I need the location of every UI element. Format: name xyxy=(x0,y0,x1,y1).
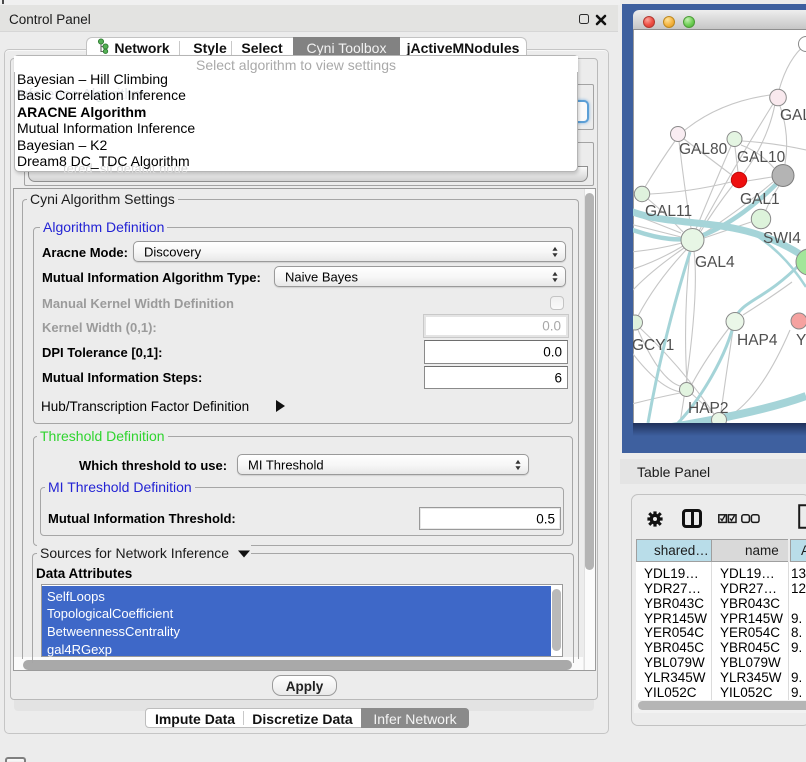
svg-text:GAL4: GAL4 xyxy=(695,254,735,271)
svg-text:GCY1: GCY1 xyxy=(633,337,674,354)
svg-text:HAP2: HAP2 xyxy=(688,400,729,417)
svg-text:GAL1: GAL1 xyxy=(740,191,780,208)
svg-text:SWI4: SWI4 xyxy=(763,230,801,247)
svg-text:GAL11: GAL11 xyxy=(645,203,692,220)
svg-text:GAL80: GAL80 xyxy=(679,141,728,158)
svg-text:YH: YH xyxy=(796,332,806,349)
svg-text:GAL10: GAL10 xyxy=(737,149,786,166)
svg-text:GAL2: GAL2 xyxy=(780,107,806,124)
svg-text:HAP4: HAP4 xyxy=(737,332,778,349)
